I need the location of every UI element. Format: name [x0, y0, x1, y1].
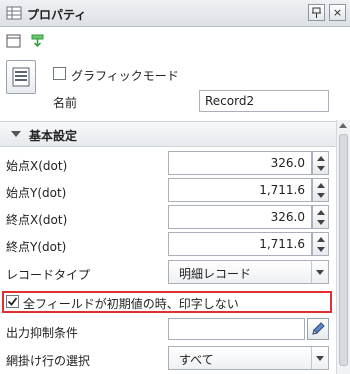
collapse-arrow-icon[interactable] — [11, 131, 21, 137]
end-x-label: 終点X(dot) — [6, 213, 68, 227]
toolbar — [0, 28, 350, 52]
start-y-input[interactable]: 1,711.6 — [168, 178, 312, 202]
chevron-down-icon[interactable] — [311, 347, 328, 369]
end-x-input[interactable]: 326.0 — [168, 205, 312, 229]
record-icon — [6, 60, 36, 94]
record-type-label: レコードタイプ — [6, 268, 91, 282]
pin-button[interactable] — [308, 4, 325, 21]
no-print-label: 全フィールドが初期値の時、印字しない — [23, 297, 239, 311]
record-type-value: 明細レコード — [179, 267, 252, 281]
end-y-label: 終点Y(dot) — [6, 240, 67, 254]
record-type-select[interactable]: 明細レコード — [168, 260, 329, 284]
properties-view-icon[interactable] — [6, 34, 22, 48]
mesh-row-select[interactable]: すべて — [168, 346, 329, 370]
section-basic-settings[interactable]: 基本設定 — [0, 121, 336, 147]
close-button[interactable]: × — [329, 4, 346, 21]
apply-icon[interactable] — [30, 34, 46, 48]
scrollbar-thumb[interactable] — [339, 134, 348, 366]
no-print-checkbox[interactable] — [6, 295, 19, 308]
edit-condition-button[interactable] — [307, 318, 329, 340]
graphic-mode-label: グラフィックモード — [71, 69, 179, 83]
graphic-mode-checkbox[interactable] — [53, 67, 66, 80]
mesh-row-value: すべて — [179, 353, 214, 367]
properties-grid-icon — [6, 5, 22, 21]
output-suppress-input[interactable] — [168, 318, 305, 340]
title-bar: プロパティ × — [0, 0, 350, 27]
checkmark-icon — [7, 297, 18, 306]
section-title: 基本設定 — [29, 129, 78, 143]
output-suppress-label: 出力抑制条件 — [6, 326, 79, 340]
name-label: 名前 — [53, 96, 78, 110]
end-y-input[interactable]: 1,711.6 — [168, 232, 312, 256]
scroll-up-icon[interactable] — [339, 123, 347, 128]
pin-icon — [312, 7, 321, 18]
chevron-down-icon[interactable] — [311, 261, 328, 283]
pencil-icon — [312, 322, 325, 335]
start-y-label: 始点Y(dot) — [6, 186, 67, 200]
scrollbar[interactable] — [336, 120, 350, 374]
mesh-row-label: 網掛け行の選択 — [6, 354, 91, 368]
start-x-label: 始点X(dot) — [6, 159, 68, 173]
window-title: プロパティ — [27, 8, 87, 22]
start-y-spinner[interactable] — [312, 178, 329, 202]
end-y-spinner[interactable] — [312, 232, 329, 256]
name-field[interactable] — [199, 90, 329, 112]
start-x-spinner[interactable] — [312, 151, 329, 175]
close-icon: × — [332, 6, 343, 19]
start-x-input[interactable]: 326.0 — [168, 151, 312, 175]
end-x-spinner[interactable] — [312, 205, 329, 229]
